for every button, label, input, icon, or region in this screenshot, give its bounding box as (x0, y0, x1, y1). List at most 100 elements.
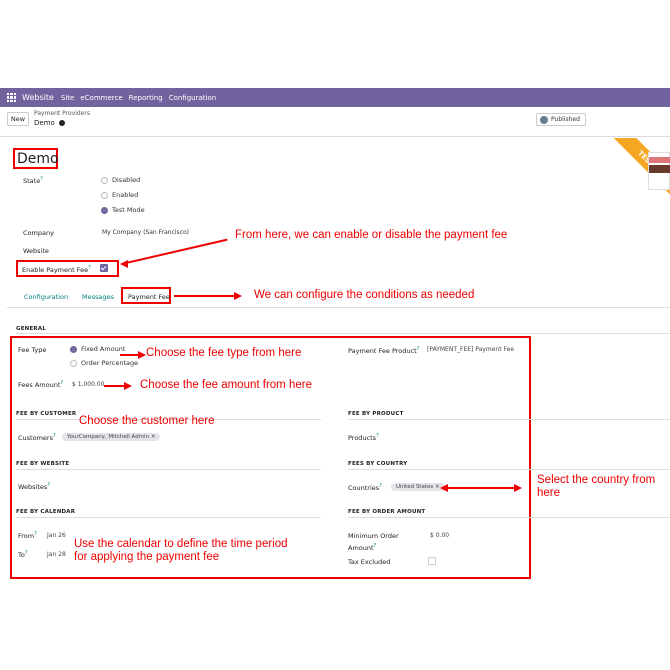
customers-label: Customers? (18, 433, 56, 442)
state-option-test-mode[interactable]: Test Mode (101, 206, 145, 214)
tabs-divider (7, 307, 670, 308)
tag-remove-icon[interactable]: ✕ (435, 484, 440, 490)
countries-field[interactable]: United States ✕ (391, 482, 445, 491)
nav-item-ecommerce[interactable]: eCommerce (80, 94, 122, 102)
company-label: Company (23, 229, 54, 237)
help-icon[interactable]: ? (34, 531, 37, 537)
help-icon[interactable]: ? (376, 433, 379, 439)
fee-type-fixed[interactable]: Fixed Amount (70, 345, 125, 353)
help-icon[interactable]: ? (40, 176, 43, 182)
enable-fee-label-text: Enable Payment Fee (22, 266, 89, 275)
state-label: State? (23, 176, 43, 185)
section-fee-by-customer: FEE BY CUSTOMER (16, 411, 77, 417)
globe-icon (540, 115, 548, 124)
annotation-arrowhead (234, 292, 242, 300)
from-date-field[interactable]: Jan 26 (47, 532, 66, 539)
help-icon[interactable]: ? (379, 483, 382, 489)
country-tag-label: United States (396, 484, 434, 490)
radio-selected-icon (70, 345, 77, 353)
help-icon[interactable]: ? (88, 265, 91, 271)
section-fee-by-order-amount: FEE BY ORDER AMOUNT (348, 509, 426, 515)
state-option-label: Disabled (112, 176, 141, 184)
products-label: Products? (348, 433, 379, 442)
help-icon[interactable]: ? (47, 482, 50, 488)
customer-tag-label: YourCompany, Mitchell Admin (67, 434, 150, 440)
published-label: Published (551, 116, 580, 123)
annotation-country: Select the country from here (537, 474, 655, 500)
new-button[interactable]: New (7, 112, 29, 126)
radio-icon (101, 176, 108, 184)
tab-payment-fee[interactable]: Payment Fee (128, 293, 170, 301)
min-order-label-line-1: Minimum Order (348, 532, 399, 540)
annotation-arrow-line (445, 487, 515, 489)
breadcrumb-current: Demo (34, 119, 66, 127)
fee-product-field[interactable]: [PAYMENT_FEE] Payment Fee (427, 346, 514, 353)
tab-configuration[interactable]: Configuration (24, 293, 68, 301)
help-icon[interactable]: ? (374, 543, 377, 549)
fee-type-percentage[interactable]: Order Percentage (70, 359, 138, 367)
gear-icon[interactable] (59, 120, 66, 126)
min-order-label-line-2: Amount (348, 544, 374, 553)
section-fee-by-website: FEE BY WEBSITE (16, 461, 70, 467)
nav-item-configuration[interactable]: Configuration (169, 94, 216, 102)
fee-type-label: Fee Type (18, 346, 47, 354)
breadcrumb-parent[interactable]: Payment Providers (34, 110, 90, 117)
nav-item-site[interactable]: Site (61, 94, 74, 102)
products-label-text: Products (348, 434, 377, 443)
checkbox-checked-icon (100, 264, 108, 272)
country-tag[interactable]: United States ✕ (391, 483, 445, 491)
tab-messages[interactable]: Messages (82, 293, 114, 301)
help-icon[interactable]: ? (417, 346, 420, 352)
state-option-enabled[interactable]: Enabled (101, 191, 138, 199)
annotation-arrow-line (125, 238, 228, 264)
min-order-field[interactable]: $ 0.00 (430, 532, 449, 539)
radio-icon (101, 191, 108, 199)
from-label-text: From (18, 532, 35, 541)
annotation-arrow-line (120, 354, 140, 356)
help-icon[interactable]: ? (60, 380, 63, 386)
help-icon[interactable]: ? (25, 550, 28, 556)
fees-amount-field[interactable]: $ 1,000.00 (72, 381, 104, 388)
record-title[interactable]: Demo (13, 148, 59, 169)
enable-fee-checkbox[interactable] (100, 264, 108, 272)
radio-icon (70, 359, 77, 367)
customers-field[interactable]: YourCompany, Mitchell Admin ✕ (62, 432, 161, 441)
enable-fee-label: Enable Payment Fee? (22, 265, 91, 274)
top-navbar: Website Site eCommerce Reporting Configu… (0, 88, 670, 107)
nav-app-name[interactable]: Website (22, 93, 54, 102)
state-option-disabled[interactable]: Disabled (101, 176, 140, 184)
fee-product-label: Payment Fee Product? (348, 346, 419, 355)
annotation-country-line-1: Select the country from (537, 474, 656, 486)
websites-label: Websites? (18, 482, 50, 491)
from-label: From? (18, 531, 37, 540)
section-fee-by-calendar: FEE BY CALENDAR (16, 509, 76, 515)
tag-remove-icon[interactable]: ✕ (151, 434, 156, 440)
to-label-text: To (18, 551, 25, 560)
to-label: To? (18, 550, 28, 559)
company-field[interactable]: My Company (San Francisco) (102, 229, 189, 236)
tax-excluded-checkbox[interactable] (428, 557, 436, 567)
fees-amount-label-text: Fees Amount (18, 381, 61, 390)
countries-label: Countries? (348, 483, 382, 492)
help-icon[interactable]: ? (53, 433, 56, 439)
annotation-arrowhead (124, 382, 132, 390)
to-date-field[interactable]: Jan 28 (47, 551, 66, 558)
customer-tag[interactable]: YourCompany, Mitchell Admin ✕ (62, 433, 161, 441)
annotation-arrow-line (174, 295, 236, 297)
annotation-arrowhead (440, 484, 448, 492)
published-button[interactable]: Published (536, 113, 586, 126)
annotation-calendar: Use the calendar to define the time peri… (74, 538, 288, 564)
section-divider (16, 333, 670, 334)
annotation-customer: Choose the customer here (79, 415, 215, 427)
websites-label-text: Websites (18, 483, 48, 492)
section-general: GENERAL (16, 326, 47, 332)
radio-selected-icon (101, 206, 108, 214)
customers-label-text: Customers (18, 434, 53, 443)
countries-label-text: Countries (348, 484, 380, 493)
annotation-configure: We can configure the conditions as neede… (254, 289, 475, 301)
section-fee-by-product: FEE BY PRODUCT (348, 411, 404, 417)
tax-excluded-label: Tax Excluded (348, 558, 391, 566)
apps-grid-icon[interactable] (7, 93, 16, 102)
nav-item-reporting[interactable]: Reporting (129, 94, 163, 102)
section-divider (348, 419, 670, 420)
